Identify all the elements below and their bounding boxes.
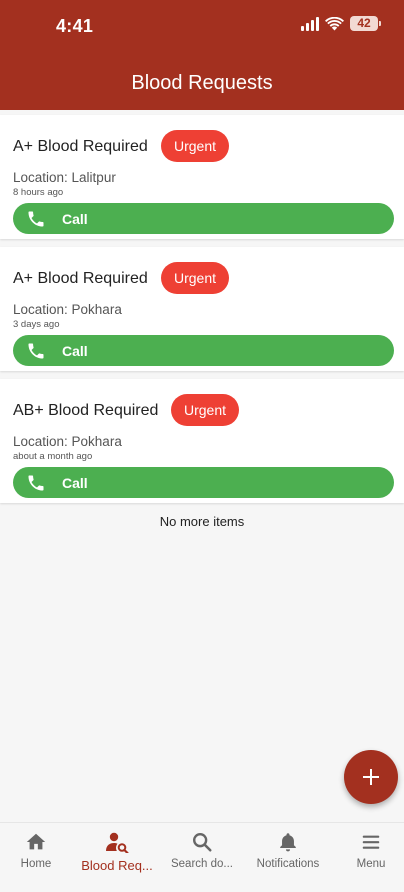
- bell-icon: [280, 833, 296, 852]
- urgent-badge: Urgent: [161, 262, 230, 294]
- menu-icon: [362, 835, 380, 849]
- request-time: about a month ago: [13, 451, 93, 462]
- status-bar: 4:41 42: [0, 0, 404, 52]
- nav-item-menu[interactable]: Menu: [331, 831, 404, 881]
- request-title: A+ Blood Required: [13, 138, 148, 155]
- request-title: AB+ Blood Required: [13, 402, 159, 419]
- status-icons: 42: [301, 16, 381, 31]
- request-location: Location: Lalitpur: [13, 170, 116, 185]
- person-search-icon: [106, 832, 129, 853]
- nav-item-home[interactable]: Home: [0, 831, 76, 881]
- home-icon: [26, 833, 46, 850]
- battery-icon: 42: [350, 16, 381, 31]
- nav-label-blood-requests: Blood Req...: [81, 858, 153, 873]
- call-button[interactable]: Call: [13, 203, 394, 234]
- request-time: 3 days ago: [13, 319, 60, 330]
- call-label: Call: [62, 210, 88, 227]
- nav-item-blood-requests[interactable]: Blood Req...: [77, 831, 157, 881]
- urgent-badge: Urgent: [171, 394, 240, 426]
- call-button[interactable]: Call: [13, 467, 394, 498]
- plus-icon: [363, 769, 379, 785]
- page-title: Blood Requests: [131, 72, 273, 94]
- wifi-icon: [325, 16, 344, 30]
- request-location: Location: Pokhara: [13, 302, 122, 317]
- request-card: A+ Blood Required Urgent Location: Pokha…: [0, 247, 404, 371]
- nav-label-search-donors: Search do...: [170, 858, 233, 870]
- urgent-badge: Urgent: [161, 130, 230, 162]
- nav-label-home: Home: [20, 858, 52, 870]
- bottom-nav: Home Blood Req... Search do... Notificat…: [0, 822, 404, 892]
- add-request-button[interactable]: [344, 750, 398, 804]
- nav-label-menu: Menu: [356, 858, 386, 870]
- nav-item-search-donors[interactable]: Search do...: [162, 831, 242, 881]
- phone-icon: [26, 473, 46, 493]
- nav-label-notifications: Notifications: [256, 858, 320, 870]
- request-time: 8 hours ago: [13, 187, 64, 198]
- phone-icon: [26, 341, 46, 361]
- request-card: A+ Blood Required Urgent Location: Lalit…: [0, 115, 404, 239]
- nav-item-notifications[interactable]: Notifications: [248, 831, 328, 881]
- call-button[interactable]: Call: [13, 335, 394, 366]
- call-label: Call: [62, 474, 88, 491]
- app-header: 4:41 42 Blood Requests: [0, 0, 404, 110]
- search-icon: [193, 833, 212, 852]
- request-location: Location: Pokhara: [13, 434, 122, 449]
- status-time: 4:41: [56, 16, 94, 36]
- phone-icon: [26, 209, 46, 229]
- cellular-signal-icon: [301, 16, 319, 31]
- no-more-items-text: No more items: [159, 514, 245, 529]
- call-label: Call: [62, 342, 88, 359]
- request-title: A+ Blood Required: [13, 270, 148, 287]
- request-card: AB+ Blood Required Urgent Location: Pokh…: [0, 379, 404, 503]
